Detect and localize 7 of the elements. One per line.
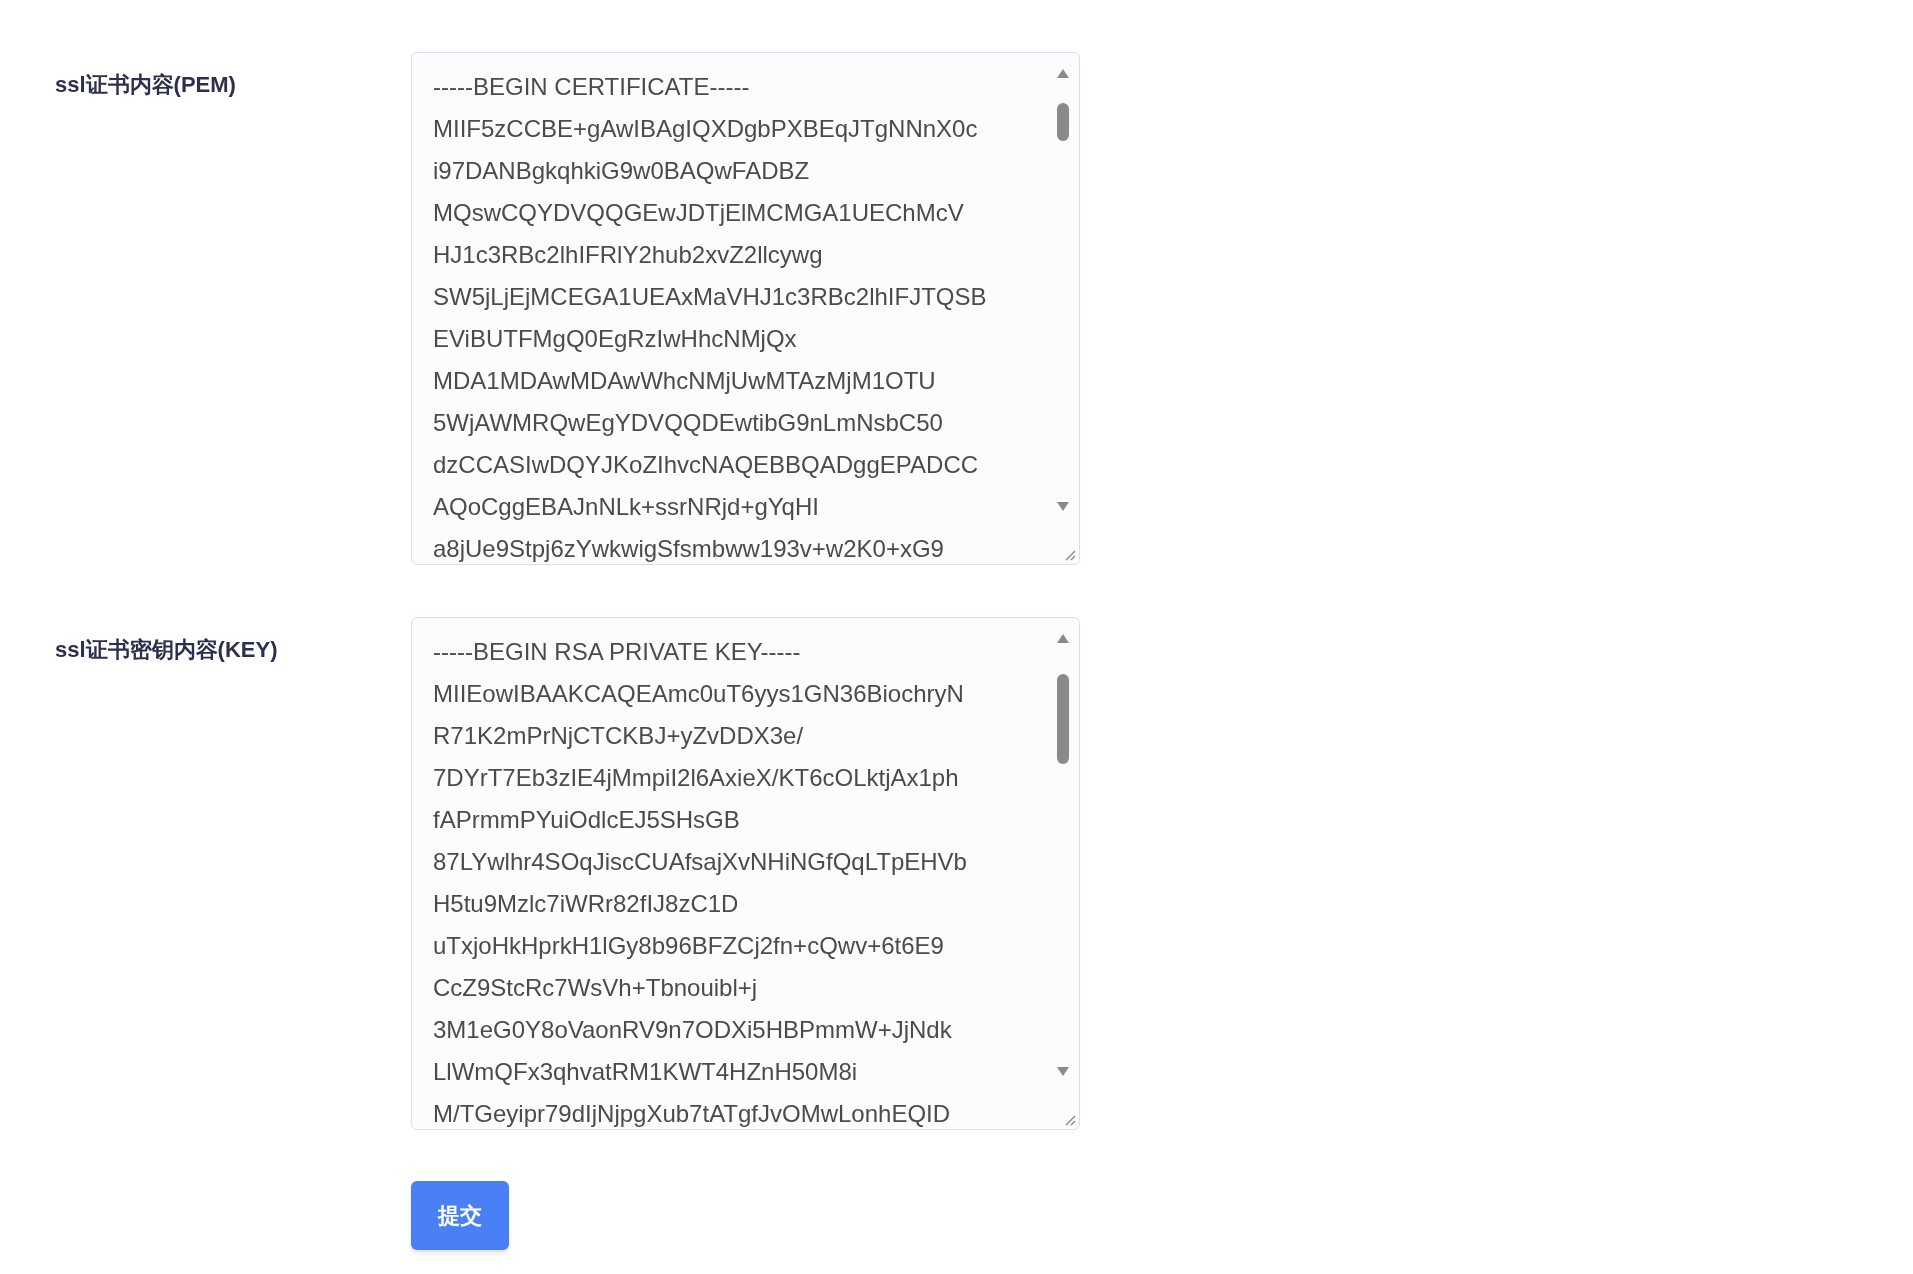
field-label: ssl证书密钥内容(KEY) bbox=[55, 636, 279, 664]
resize-grip-icon[interactable] bbox=[1063, 1113, 1077, 1127]
resize-grip-icon[interactable] bbox=[1063, 548, 1077, 562]
field-label: ssl证书内容(PEM) bbox=[55, 71, 237, 99]
text-area[interactable]: -----BEGIN RSA PRIVATE KEY----- MIIEowIBAAKCAQEAmc0uT6yys1GN36BiochryN R71K2mPrNjCTCKBJ+yZvDDX3e/ 7DYrT7Eb3zIE4jMmpiI2l6AxieX/KT6cOLktjAx1ph fAPrmmPYuiOdlcEJ5SHsGB 87LYwlhr4SOqJiscCUAfsajXvNHiNGfQqLTpEHVb H5tu9Mzlc7iWRr82fIJ8zC1D uTxjoHkHprkH1lGy8b96BFZCj2fn+cQwv+6t6E9 CcZ9StcRc7WsVh+Tbnouibl+j 3M1eG0Y8oVaonRV9n7ODXi5HBPmmW+JjNdk LlWmQFx3qhvatRM1KWT4HZnH50M8i M/TGeyipr79dIjNjpgXub7tATgfJvOMwLonhEQID bbox=[411, 617, 1080, 1130]
submit-button[interactable]: 提交 bbox=[411, 1181, 509, 1250]
text-area[interactable]: -----BEGIN CERTIFICATE----- MIIF5zCCBE+gAwIBAgIQXDgbPXBEqJTgNNnX0c i97DANBgkqhkiG9w0BAQwFADBZ MQswCQYDVQQGEwJDTjElMCMGA1UEChMcV HJ1c3RBc2lhIFRlY2hub2xvZ2llcywg SW5jLjEjMCEGA1UEAxMaVHJ1c3RBc2lhIFJTQSB EViBUTFMgQ0EgRzIwHhcNMjQx MDA1MDAwMDAwWhcNMjUwMTAzMjM1OTU 5WjAWMRQwEgYDVQQDEwtibG9nLmNsbC50 dzCCASIwDQYJKoZIhvcNAQEBBQADggEPADCC AQoCggEBAJnNLk+ssrNRjd+gYqHI a8jUe9Stpj6zYwkwigSfsmbww193v+w2K0+xG9 bbox=[411, 52, 1080, 565]
